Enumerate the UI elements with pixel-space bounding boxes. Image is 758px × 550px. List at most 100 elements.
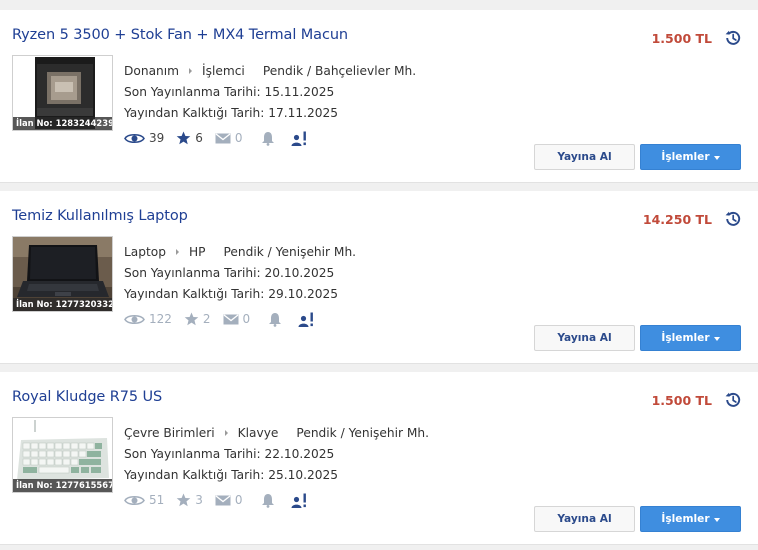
history-icon[interactable] [724,29,742,47]
bell-icon[interactable] [268,312,282,327]
favorites-count: 6 [195,131,203,145]
last-published-date: 20.10.2025 [264,266,335,280]
chevron-down-icon [713,155,720,160]
listing-thumbnail[interactable]: İlan No: 1277615567 [12,417,113,493]
bell-icon[interactable] [261,131,275,146]
person-alert-icon[interactable] [298,312,315,327]
category: Laptop [124,245,166,259]
publish-button[interactable]: Yayına Al [534,144,635,170]
subcategory: HP [188,245,206,259]
last-published-date: 22.10.2025 [264,447,335,461]
last-published: Son Yayınlanma Tarihi: 20.10.2025 [124,266,334,280]
removed-date-value: 29.10.2025 [268,287,338,301]
envelope-icon [215,494,231,505]
star-icon [176,493,191,507]
listing-price: 1.500 TL [651,393,712,408]
alert-stat [261,131,275,146]
listing-number-label: İlan No: [16,480,53,490]
removed-label: Yayından Kalktığı Tarih: [124,106,265,120]
actions-label: İşlemler [661,151,710,163]
eye-icon [124,495,145,505]
person-alert-icon[interactable] [291,131,308,146]
removed-date-value: 17.11.2025 [268,106,338,120]
actions-label: İşlemler [661,513,710,525]
listing-card: Royal Kludge R75 US 1.500 TL İlan No: 127… [0,372,758,545]
messages-count: 0 [242,312,251,326]
removed-label: Yayından Kalktığı Tarih: [124,468,265,482]
last-published: Son Yayınlanma Tarihi: 22.10.2025 [124,447,334,461]
eye-icon [124,314,145,324]
listing-number: İlan No: 1283244239 [13,117,113,130]
favorites-stat: 6 [176,131,203,145]
alert-stat [268,312,282,327]
chevron-right-icon [175,249,179,255]
subcategory: Klavye [237,426,279,440]
star-icon [184,312,199,326]
listing-thumbnail[interactable]: İlan No: 1283244239 [12,55,113,131]
actions-button[interactable]: İşlemler [640,506,741,532]
listing-title[interactable]: Temiz Kullanılmış Laptop [12,208,188,224]
messages-stat: 0 [215,493,243,507]
last-published-label: Son Yayınlanma Tarihi: [124,85,261,99]
listing-number-label: İlan No: [16,299,53,309]
report-stat [291,493,308,508]
listing-stats: 51 3 0 [124,492,320,508]
listing-thumbnail[interactable]: İlan No: 1277320332 [12,236,113,312]
envelope-icon [223,313,239,324]
breadcrumb: Çevre Birimleri Klavye Pendik / Yenişehi… [124,426,429,440]
location: Pendik / Yenişehir Mh. [296,426,429,440]
views-count: 39 [149,131,165,145]
listing-title[interactable]: Royal Kludge R75 US [12,389,162,405]
report-stat [291,131,308,146]
report-stat [298,312,315,327]
views-stat: 39 [124,131,164,145]
publish-button[interactable]: Yayına Al [534,325,635,351]
removed-date: Yayından Kalktığı Tarih: 29.10.2025 [124,287,338,301]
person-alert-icon[interactable] [291,493,308,508]
history-icon[interactable] [724,210,742,228]
favorites-stat: 2 [184,312,211,326]
actions-label: İşlemler [661,332,710,344]
listing-number-value: 1283244239 [55,118,113,128]
actions-button[interactable]: İşlemler [640,144,741,170]
removed-label: Yayından Kalktığı Tarih: [124,287,265,301]
favorites-stat: 3 [176,493,203,507]
alert-stat [261,493,275,508]
favorites-count: 2 [202,312,211,326]
views-stat: 122 [124,312,172,326]
removed-date: Yayından Kalktığı Tarih: 25.10.2025 [124,468,338,482]
removed-date-value: 25.10.2025 [268,468,338,482]
breadcrumb: Donanım İşlemci Pendik / Bahçelievler Mh… [124,64,416,78]
listing-number: İlan No: 1277615567 [13,479,113,492]
listing-card: Ryzen 5 3500 + Stok Fan + MX4 Termal Mac… [0,10,758,183]
views-count: 51 [149,493,165,507]
listing-number: İlan No: 1277320332 [13,298,112,311]
favorites-count: 3 [195,493,203,507]
listing-title[interactable]: Ryzen 5 3500 + Stok Fan + MX4 Termal Mac… [12,27,348,43]
publish-button[interactable]: Yayına Al [534,506,635,532]
listing-number-value: 1277615567 [55,480,113,490]
views-count: 122 [149,312,172,326]
star-icon [176,131,191,145]
actions-button[interactable]: İşlemler [640,325,741,351]
listing-number-label: İlan No: [16,118,53,128]
chevron-right-icon [224,430,228,436]
subcategory: İşlemci [202,64,245,78]
messages-stat: 0 [223,312,251,326]
messages-count: 0 [234,131,243,145]
breadcrumb: Laptop HP Pendik / Yenişehir Mh. [124,245,356,259]
listing-stats: 122 2 0 [124,311,327,327]
messages-count: 0 [234,493,243,507]
last-published-label: Son Yayınlanma Tarihi: [124,447,261,461]
bell-icon[interactable] [261,493,275,508]
location: Pendik / Yenişehir Mh. [223,245,357,259]
listing-price: 14.250 TL [642,212,712,227]
listing-card: Temiz Kullanılmış Laptop 14.250 TL İlan … [0,191,758,364]
envelope-icon [215,132,231,143]
listing-stats: 39 6 0 [124,130,320,146]
listing-price: 1.500 TL [651,31,712,46]
last-published-label: Son Yayınlanma Tarihi: [124,266,261,280]
chevron-down-icon [713,517,720,522]
history-icon[interactable] [724,391,742,409]
category: Donanım [124,64,180,78]
